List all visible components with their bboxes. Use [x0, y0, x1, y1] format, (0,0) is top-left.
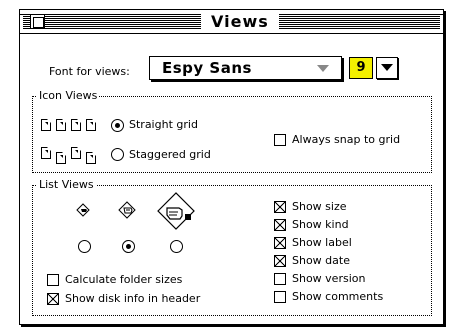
icon-views-title: Icon Views [37, 89, 100, 102]
staggered-grid-radio[interactable] [111, 148, 124, 161]
document-icon [86, 119, 96, 131]
list-views-title: List Views [37, 178, 96, 191]
show-disk-info-label: Show disk info in header [65, 292, 201, 305]
always-snap-checkbox[interactable] [274, 134, 286, 146]
document-icon [41, 119, 51, 131]
font-size-field[interactable]: 9 [349, 57, 373, 79]
list-views-group: List Views Calculate folder sizes Show d… [32, 178, 432, 316]
document-icon [71, 119, 81, 131]
large-icon-size-icon [157, 192, 195, 230]
show-date-checkbox[interactable] [274, 255, 286, 267]
document-icon [56, 152, 66, 164]
always-snap-label: Always snap to grid [292, 133, 401, 146]
show-label-checkbox[interactable] [274, 237, 286, 249]
calculate-folder-sizes-checkbox[interactable] [47, 274, 59, 286]
show-disk-info-checkbox[interactable] [47, 293, 59, 305]
close-box-icon[interactable] [30, 14, 45, 29]
icon-views-group: Icon Views Straight grid Staggered grid … [32, 89, 432, 173]
small-icon-size-icon [76, 203, 90, 217]
font-popup-value: Espy Sans [162, 59, 252, 77]
title-bar[interactable]: Views [20, 10, 443, 34]
small-icon-size-radio[interactable] [78, 240, 91, 253]
show-version-label: Show version [292, 272, 366, 285]
document-icon [86, 152, 96, 164]
document-icon [71, 147, 81, 159]
show-size-checkbox[interactable] [274, 201, 286, 213]
medium-icon-size-radio[interactable] [122, 240, 135, 253]
font-size-menu-button[interactable] [376, 57, 398, 79]
show-date-label: Show date [292, 254, 350, 267]
document-icon [41, 147, 51, 159]
font-popup[interactable]: Espy Sans [149, 56, 342, 80]
large-icon-size-radio[interactable] [170, 240, 183, 253]
show-comments-checkbox[interactable] [274, 291, 286, 303]
show-kind-label: Show kind [292, 218, 349, 231]
views-window: Views Font for views: Espy Sans 9 Icon V… [19, 9, 444, 325]
calculate-folder-sizes-label: Calculate folder sizes [65, 273, 183, 286]
show-size-label: Show size [292, 200, 347, 213]
staggered-grid-label: Staggered grid [129, 148, 211, 161]
popup-arrow-icon [317, 65, 329, 72]
show-comments-label: Show comments [292, 290, 384, 303]
straight-grid-radio[interactable] [111, 119, 124, 132]
medium-icon-size-icon [118, 201, 136, 219]
straight-grid-label: Straight grid [129, 118, 198, 131]
show-kind-checkbox[interactable] [274, 219, 286, 231]
window-title: Views [201, 12, 279, 31]
window-content: Font for views: Espy Sans 9 Icon Views S… [20, 35, 443, 324]
font-label: Font for views: [49, 65, 130, 78]
show-label-label: Show label [292, 236, 352, 249]
show-version-checkbox[interactable] [274, 273, 286, 285]
document-icon [56, 119, 66, 131]
